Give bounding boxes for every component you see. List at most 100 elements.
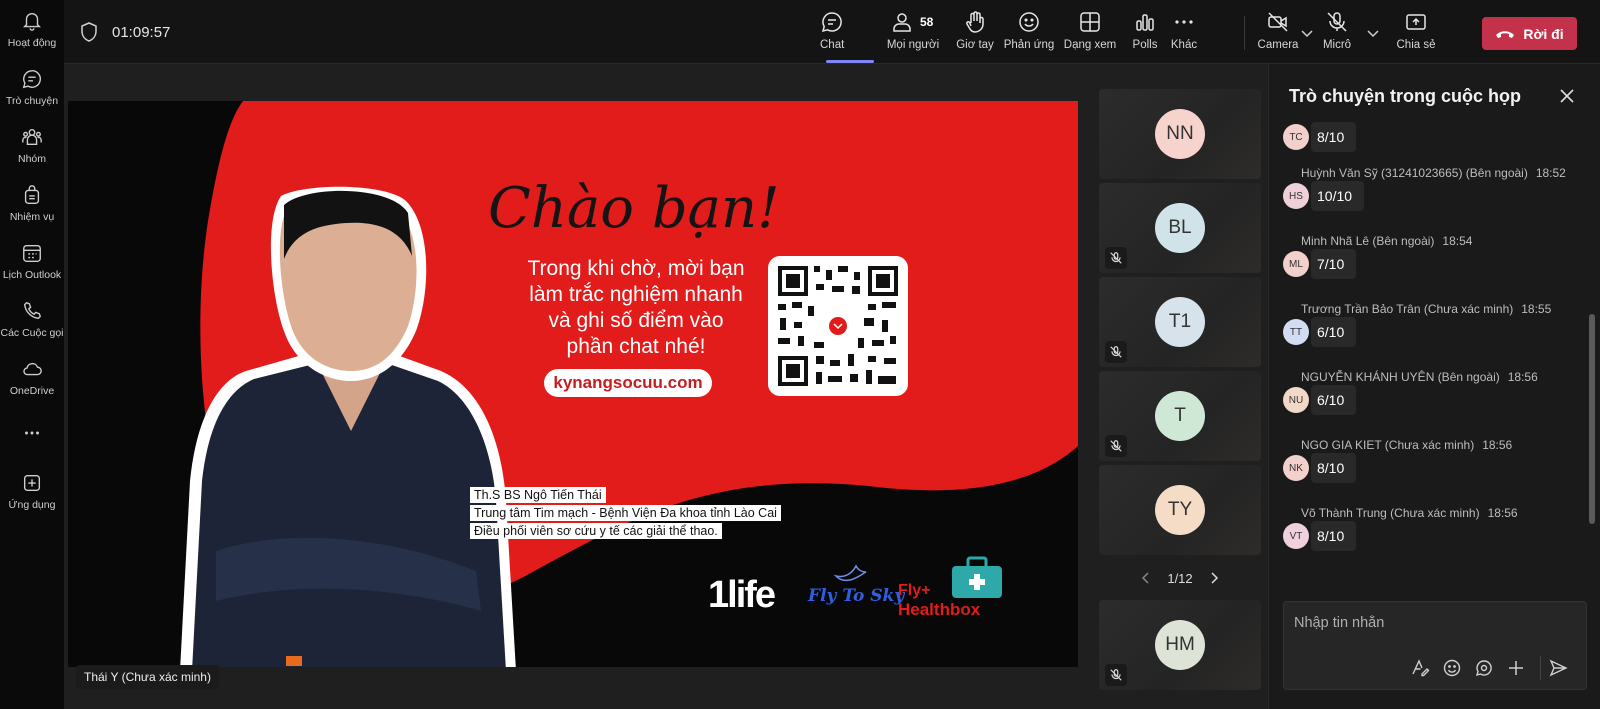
phone-icon [23,301,42,320]
chat-message-row: NK 8/10 [1283,453,1357,483]
people-label: Mọi người [886,39,940,51]
participant-initials: HM [1165,634,1195,655]
muted-indicator [1105,664,1127,686]
rail-label: Nhiệm vụ [9,211,55,223]
rail-item-calendar[interactable]: Lịch Outlook [0,236,64,292]
message-meta: Võ Thành Trung (Chưa xác minh) 18:56 [1301,506,1518,520]
sender-avatar: NK [1283,455,1309,481]
mic-off-icon [1327,12,1347,32]
calendar-icon [23,244,41,262]
compose-divider [1540,656,1541,680]
message-time: 18:56 [1482,438,1513,452]
message-time: 18:56 [1507,370,1538,384]
participant-tile[interactable]: BL [1099,183,1261,273]
rail-label: Các Cuộc gọi [0,327,64,339]
format-icon[interactable] [1410,658,1430,678]
tasks-icon [24,185,40,204]
mic-off-icon [1110,252,1122,264]
people-button[interactable]: 58 Mọi người [880,10,946,60]
chat-scrollbar[interactable] [1589,314,1595,524]
rail-item-apps[interactable]: Ứng dụng [0,466,64,522]
bell-icon [23,13,41,31]
polls-label: Polls [1132,39,1158,51]
sender-name: NGUYỄN KHÁNH UYÊN (Bên ngoài) [1301,370,1500,384]
message-meta: Minh Nhã Lê (Bên ngoài) 18:54 [1301,234,1472,248]
rail-item-more[interactable] [0,416,64,446]
slide-body: Trong khi chờ, mời bạn làm trắc nghiệm n… [486,256,786,360]
speaker-name-tag: Thái Y (Chưa xác minh) [76,665,219,689]
chevron-right-icon[interactable] [1208,571,1220,585]
sender-name: Huỳnh Văn Sỹ (31241023665) (Bên ngoài) [1301,166,1528,180]
sender-name: Trương Trần Bảo Trân (Chưa xác minh) [1301,302,1514,316]
participant-avatar: T [1155,391,1205,441]
participant-avatar: NN [1155,109,1205,159]
polls-button[interactable]: Polls [1130,10,1160,60]
view-button[interactable]: Dạng xem [1062,10,1118,60]
camera-off-icon [1268,12,1288,32]
share-button[interactable]: Chia sẻ [1397,10,1436,60]
muted-indicator [1105,341,1127,363]
participant-tile[interactable]: T1 [1099,277,1261,367]
camera-button[interactable]: Camera [1258,10,1298,60]
sender-avatar: ML [1283,251,1309,277]
more-button[interactable]: Khác [1170,10,1198,60]
rail-item-calls[interactable]: Các Cuộc gọi [0,294,64,350]
rail-item-onedrive[interactable]: OneDrive [0,352,64,408]
emoji-icon[interactable] [1442,658,1462,678]
people-icon [893,13,911,32]
camera-options-chevron-down-icon[interactable] [1300,28,1314,38]
participant-avatar: HM [1155,620,1205,670]
rail-item-teams[interactable]: Nhóm [0,120,64,176]
plus-icon[interactable] [1506,658,1526,678]
participant-tile[interactable]: T [1099,371,1261,461]
react-button[interactable]: Phản ứng [1004,10,1054,60]
fly-plus-logo: Fly+ [898,582,931,599]
sender-avatar: VT [1283,523,1309,549]
smiley-icon [1019,12,1039,32]
meeting-toolbar: 01:09:57 Chat 58 Mọi người Giơ tay Phản … [64,0,1600,64]
chat-message-row: ML 7/10 [1283,249,1357,279]
mic-button[interactable]: Micrô [1322,10,1352,60]
message-time: 18:56 [1487,506,1518,520]
meeting-chat-panel: Trò chuyện trong cuộc họp TC 8/10 Huỳnh … [1268,64,1600,709]
participant-avatar: TY [1155,485,1205,535]
close-icon[interactable] [1559,88,1575,104]
react-label: Phản ứng [1003,39,1055,51]
send-icon[interactable] [1548,658,1568,678]
message-time: 18:54 [1442,234,1473,248]
leave-button[interactable]: Rời đi [1482,17,1577,50]
dove-icon [833,564,867,582]
participant-tile[interactable]: HM [1099,600,1261,690]
participant-tile[interactable]: NN [1099,89,1261,179]
chat-button[interactable]: Chat [820,10,844,60]
chevron-left-icon[interactable] [1140,571,1152,585]
loop-component-icon[interactable] [1474,658,1494,678]
pager-label: 1/12 [1167,570,1193,586]
more-icon [1175,20,1193,24]
rail-label: Trò chuyện [5,95,59,107]
raise-hand-label: Giơ tay [956,39,994,51]
muted-indicator [1105,247,1127,269]
sender-name: NGO GIA KIET (Chưa xác minh) [1301,438,1475,452]
sender-avatar: NU [1283,387,1309,413]
rail-item-tasks[interactable]: Nhiệm vụ [0,178,64,234]
rail-label: Hoạt động [7,37,57,49]
cloud-icon [23,362,42,376]
message-input[interactable] [1294,610,1574,636]
view-label: Dạng xem [1063,39,1117,51]
chat-message-list[interactable]: TC 8/10 Huỳnh Văn Sỹ (31241023665) (Bên … [1269,122,1587,652]
rail-item-activity[interactable]: Hoạt động [0,4,64,60]
people-count: 58 [920,15,934,29]
mic-off-icon [1110,669,1122,681]
muted-indicator [1105,435,1127,457]
participant-tile[interactable]: TY [1099,465,1261,555]
message-meta: NGO GIA KIET (Chưa xác minh) 18:56 [1301,438,1512,452]
chat-compose-box [1283,601,1587,690]
raise-hand-button[interactable]: Giơ tay [952,10,998,60]
rail-label: OneDrive [9,385,55,397]
toolbar-divider [1244,16,1245,50]
rail-item-chat[interactable]: Trò chuyện [0,62,64,118]
message-time: 18:55 [1521,302,1552,316]
mic-options-chevron-down-icon[interactable] [1366,28,1380,38]
shield-icon[interactable] [80,22,98,42]
